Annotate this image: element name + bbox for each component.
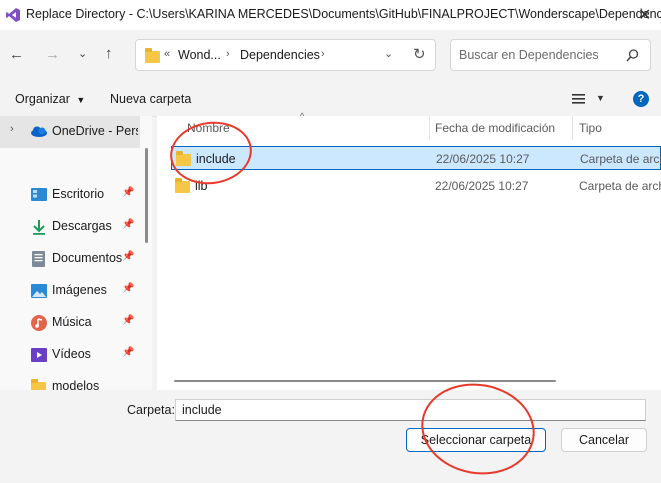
view-list-icon[interactable] [572, 94, 585, 104]
folder-icon [176, 151, 191, 166]
breadcrumb-chevron-icon: › [226, 48, 230, 60]
cancel-button[interactable]: Cancelar [561, 428, 647, 452]
window-title: Replace Directory - C:\Users\KARINA MERC… [26, 7, 661, 21]
sidebar-item-videos[interactable]: Vídeos 📌 [0, 339, 140, 371]
sidebar-item-documentos[interactable]: Documentos 📌 [0, 243, 140, 275]
sort-ascending-icon: ^ [300, 111, 305, 121]
search-input[interactable]: Buscar en Dependencies [450, 39, 651, 71]
visual-studio-icon [6, 8, 20, 22]
breadcrumb-dependencies[interactable]: Dependencies [240, 48, 320, 62]
horizontal-scrollbar[interactable] [174, 380, 556, 382]
sidebar-item-onedrive[interactable]: › OneDrive - Personal [0, 116, 140, 148]
row-date: 22/06/2025 10:27 [435, 179, 529, 193]
up-arrow-icon[interactable]: ↑ [105, 45, 113, 62]
back-arrow-icon[interactable]: ← [9, 46, 24, 63]
sidebar-scrollbar[interactable] [145, 148, 148, 243]
sidebar-item-label: Descargas [52, 219, 112, 233]
breadcrumb-overflow[interactable]: « [164, 48, 170, 60]
sidebar-item-descargas[interactable]: Descargas 📌 [0, 211, 140, 243]
documents-icon [32, 251, 45, 267]
breadcrumb-wonderscape[interactable]: Wond... [178, 48, 221, 62]
help-icon[interactable]: ? [633, 91, 649, 107]
pin-icon[interactable]: 📌 [122, 187, 134, 198]
row-name: include [196, 152, 236, 166]
sidebar-item-label: Vídeos [52, 347, 91, 361]
sidebar-item-label: OneDrive - Personal [52, 124, 138, 138]
pin-icon[interactable]: 📌 [122, 347, 134, 358]
column-divider[interactable] [572, 116, 573, 140]
refresh-icon[interactable]: ↻ [413, 45, 426, 63]
view-options-chevron-icon[interactable]: ▼ [596, 93, 605, 103]
address-bar[interactable]: « Wond... › Dependencies › ⌄ ↻ [135, 39, 436, 71]
organize-button[interactable]: Organizar ▼ [15, 92, 85, 106]
folder-icon [31, 379, 46, 390]
column-header-name[interactable]: Nombre [187, 121, 230, 135]
pin-icon[interactable]: 📌 [122, 283, 134, 294]
videos-icon [31, 348, 47, 362]
folder-name-input[interactable]: include [175, 399, 646, 421]
sidebar-item-escritorio[interactable]: Escritorio 📌 [0, 179, 140, 211]
folder-icon [145, 48, 160, 63]
sidebar-item-imagenes[interactable]: Imágenes 📌 [0, 275, 140, 307]
row-type: Carpeta de archivos [579, 179, 661, 193]
sidebar-item-label: Documentos [52, 251, 123, 265]
command-bar [0, 84, 661, 117]
close-icon[interactable]: ✕ [638, 5, 651, 25]
images-icon [31, 284, 47, 298]
row-type: Carpeta de archivos [580, 152, 661, 166]
new-folder-button[interactable]: Nueva carpeta [110, 92, 191, 106]
music-icon [31, 315, 47, 331]
sidebar-item-modelos[interactable]: modelos [0, 371, 140, 390]
column-header-date[interactable]: Fecha de modificación [435, 121, 555, 135]
recent-chevron-icon[interactable]: ⌄ [78, 47, 87, 60]
chevron-down-icon: ▼ [76, 95, 86, 105]
sidebar-item-label: modelos [52, 379, 100, 390]
table-row[interactable]: lib 22/06/2025 10:27 Carpeta de archivos [171, 174, 661, 198]
onedrive-icon [31, 126, 47, 137]
download-icon [33, 220, 45, 235]
folder-icon [175, 178, 190, 193]
breadcrumb-chevron-icon[interactable]: › [321, 48, 325, 60]
search-icon[interactable] [626, 49, 639, 62]
column-divider[interactable] [429, 116, 430, 140]
sidebar-item-label: Imágenes [52, 283, 107, 297]
forward-arrow-icon[interactable]: → [45, 46, 60, 63]
search-placeholder: Buscar en Dependencies [459, 48, 599, 62]
select-folder-button[interactable]: Seleccionar carpeta [406, 428, 546, 452]
pin-icon[interactable]: 📌 [122, 251, 134, 262]
row-name: lib [195, 179, 208, 193]
table-row[interactable]: include 22/06/2025 10:27 Carpeta de arch… [171, 146, 661, 170]
expand-chevron-icon[interactable]: › [10, 123, 14, 135]
pin-icon[interactable]: 📌 [122, 219, 134, 230]
row-date: 22/06/2025 10:27 [436, 152, 530, 166]
desktop-icon [31, 188, 47, 201]
pin-icon[interactable]: 📌 [122, 315, 134, 326]
sidebar-item-musica[interactable]: Música 📌 [0, 307, 140, 339]
address-dropdown-icon[interactable]: ⌄ [384, 47, 393, 60]
organize-label: Organizar [15, 92, 70, 106]
folder-field-label: Carpeta: [127, 403, 175, 417]
sidebar-item-label: Escritorio [52, 187, 105, 201]
column-header-type[interactable]: Tipo [579, 121, 602, 135]
sidebar-item-label: Música [52, 315, 92, 329]
